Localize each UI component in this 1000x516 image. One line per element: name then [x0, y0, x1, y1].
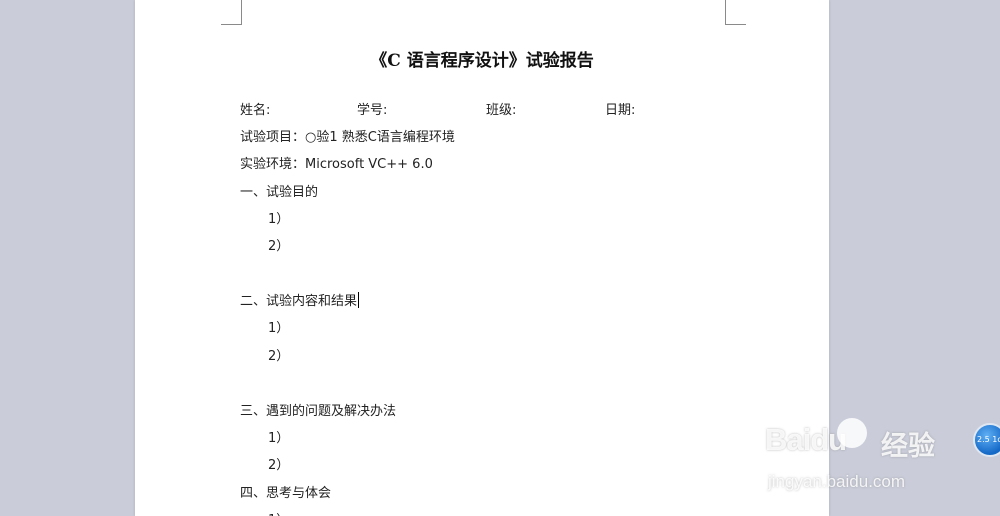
- list-item: 2）: [268, 458, 290, 473]
- document-title: 《C 语言程序设计》试验报告: [370, 51, 594, 71]
- list-item: 1）: [268, 509, 289, 516]
- text-cursor: [358, 292, 360, 308]
- list-item: 1）: [268, 431, 290, 446]
- floating-badge-button[interactable]: 2.5 1c: [973, 423, 1000, 457]
- paw-logo-icon: [837, 418, 867, 448]
- class-label: 班级:: [486, 103, 517, 118]
- section-heading: 四、思考与体会: [240, 486, 332, 501]
- margin-corner-mark-right: [725, 0, 746, 25]
- list-item: 2）: [268, 349, 290, 364]
- watermark-brand: Baidu: [765, 422, 847, 457]
- list-item: 2）: [268, 239, 290, 254]
- student-id-label: 学号:: [357, 103, 388, 118]
- list-item: 1）: [268, 321, 290, 336]
- section-heading-with-caret[interactable]: 二、试验内容和结果: [240, 290, 360, 309]
- list-item: 1）: [268, 212, 290, 227]
- section-heading: 三、遇到的问题及解决办法: [240, 404, 397, 419]
- baidu-jingyan-watermark: Baidu 经验 jingyan.baidu.com: [765, 418, 955, 498]
- badge-text: 2.5 1c: [977, 435, 1000, 444]
- document-page[interactable]: 《C 语言程序设计》试验报告 姓名: 学号: 班级: 日期: 试验项目：○验1 …: [135, 0, 829, 516]
- date-label: 日期:: [605, 103, 636, 118]
- watermark-brand-suffix: 经验: [881, 431, 935, 462]
- watermark-url: jingyan.baidu.com: [768, 472, 906, 491]
- section-heading: 二、试验内容和结果: [240, 294, 358, 309]
- margin-corner-mark-left: [221, 0, 242, 25]
- section-heading: 一、试验目的: [240, 185, 319, 200]
- environment-line: 实验环境：Microsoft VC++ 6.0: [240, 157, 433, 172]
- name-label: 姓名:: [240, 103, 271, 118]
- project-line: 试验项目：○验1 熟悉C语言编程环境: [240, 130, 455, 145]
